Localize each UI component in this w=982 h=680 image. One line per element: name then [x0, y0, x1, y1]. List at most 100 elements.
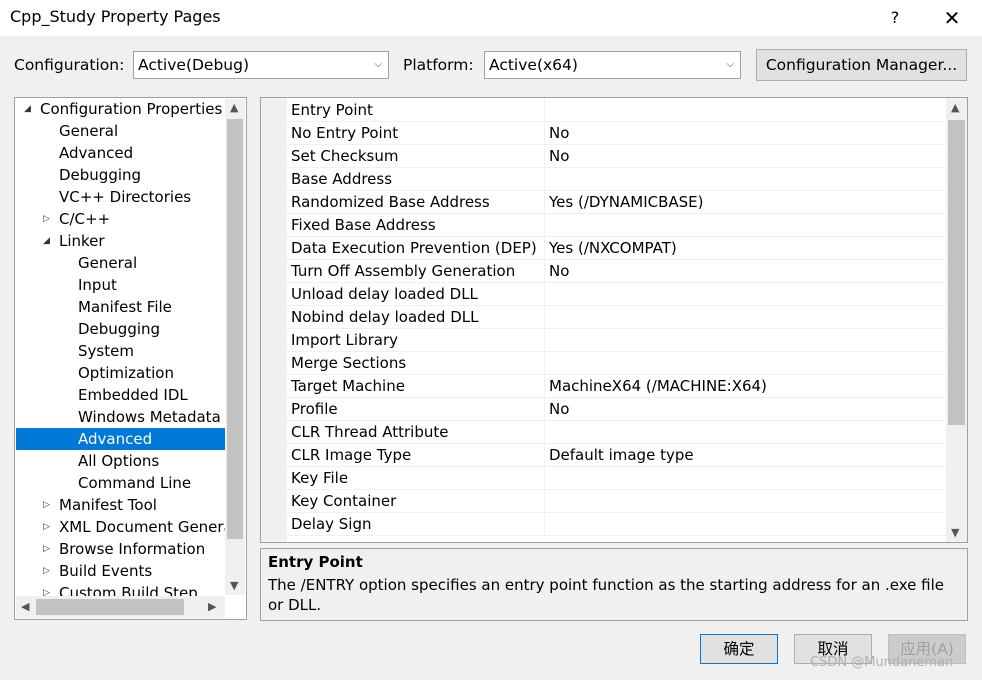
property-row[interactable]: Fixed Base Address	[287, 214, 945, 237]
property-name: Unload delay loaded DLL	[291, 283, 545, 305]
property-row[interactable]: Randomized Base Address Yes (/DYNAMICBASE…	[287, 191, 945, 214]
property-name: Nobind delay loaded DLL	[291, 306, 545, 328]
tree-item-label: Linker	[59, 232, 105, 250]
property-row[interactable]: Set Checksum No	[287, 145, 945, 168]
tree-item[interactable]: All Options	[16, 450, 225, 472]
tree-item[interactable]: ◢ Linker	[16, 230, 225, 252]
property-name: Key File	[291, 467, 545, 489]
property-row[interactable]: Key File	[287, 467, 945, 490]
property-row[interactable]: Import Library	[287, 329, 945, 352]
scroll-thumb[interactable]	[36, 599, 184, 615]
scroll-left-icon[interactable]: ◀	[21, 600, 29, 613]
tree-item[interactable]: Windows Metadata	[16, 406, 225, 428]
property-value[interactable]: Yes (/DYNAMICBASE)	[549, 191, 704, 213]
tree-item[interactable]: System	[16, 340, 225, 362]
configuration-value: Active(Debug)	[138, 56, 250, 74]
property-row[interactable]: Base Address	[287, 168, 945, 191]
property-row[interactable]: Entry Point	[287, 99, 945, 122]
property-row[interactable]: Turn Off Assembly Generation No	[287, 260, 945, 283]
tree-item[interactable]: Embedded IDL	[16, 384, 225, 406]
tree-item-label: General	[59, 122, 119, 140]
collapse-icon[interactable]: ◢	[43, 230, 50, 252]
property-value[interactable]: No	[549, 122, 569, 144]
tree-item[interactable]: VC++ Directories	[16, 186, 225, 208]
expand-icon[interactable]: ▷	[43, 560, 50, 582]
property-name: CLR Thread Attribute	[291, 421, 545, 443]
configuration-dropdown[interactable]: Active(Debug) ⌵	[133, 51, 389, 79]
tree-item[interactable]: General	[16, 252, 225, 274]
expand-icon[interactable]: ▷	[43, 538, 50, 560]
description-panel: Entry Point The /ENTRY option specifies …	[260, 548, 968, 621]
property-value[interactable]: Default image type	[549, 444, 694, 466]
expand-icon[interactable]: ▷	[43, 208, 50, 230]
tree-item-label: General	[78, 254, 138, 272]
tree-item[interactable]: General	[16, 120, 225, 142]
tree-item[interactable]: Advanced	[16, 142, 225, 164]
window-title: Cpp_Study Property Pages	[10, 7, 221, 26]
property-row[interactable]: Unload delay loaded DLL	[287, 283, 945, 306]
property-value[interactable]: No	[549, 398, 569, 420]
scroll-thumb[interactable]	[948, 120, 965, 425]
expand-icon[interactable]: ▷	[43, 494, 50, 516]
property-row[interactable]: CLR Thread Attribute	[287, 421, 945, 444]
tree-item-label: Windows Metadata	[78, 408, 221, 426]
property-value[interactable]: No	[549, 260, 569, 282]
tree-item-label: Manifest File	[78, 298, 172, 316]
help-button[interactable]: ?	[875, 4, 915, 32]
tree-item[interactable]: Manifest File	[16, 296, 225, 318]
property-row[interactable]: Target Machine MachineX64 (/MACHINE:X64)	[287, 375, 945, 398]
scroll-up-icon[interactable]: ▲	[951, 101, 959, 114]
collapse-icon[interactable]: ◢	[24, 98, 31, 120]
tree-item-label: Configuration Properties	[40, 100, 223, 118]
ok-button[interactable]: 确定	[700, 634, 778, 664]
property-row[interactable]: Data Execution Prevention (DEP) Yes (/NXC…	[287, 237, 945, 260]
scroll-thumb[interactable]	[227, 119, 243, 539]
expand-icon[interactable]: ▷	[43, 516, 50, 538]
tree-item-label: All Options	[78, 452, 160, 470]
property-row[interactable]: Profile No	[287, 398, 945, 421]
tree-item[interactable]: ▷ XML Document Generator	[16, 516, 225, 538]
scroll-down-icon[interactable]: ▼	[230, 579, 238, 592]
property-row[interactable]: Delay Sign	[287, 513, 945, 536]
platform-dropdown[interactable]: Active(x64) ⌵	[484, 51, 741, 79]
property-name: Target Machine	[291, 375, 545, 397]
property-name: Merge Sections	[291, 352, 545, 374]
property-row[interactable]: Key Container	[287, 490, 945, 513]
property-name: Import Library	[291, 329, 545, 351]
property-row[interactable]: Nobind delay loaded DLL	[287, 306, 945, 329]
tree-item[interactable]: Optimization	[16, 362, 225, 384]
scroll-up-icon[interactable]: ▲	[230, 101, 238, 114]
tree-item[interactable]: ◢ Configuration Properties	[16, 98, 225, 120]
configuration-manager-button[interactable]: Configuration Manager...	[756, 49, 967, 81]
property-row[interactable]: No Entry Point No	[287, 122, 945, 145]
tree-item-label: C/C++	[59, 210, 111, 228]
tree-item[interactable]: ▷ Browse Information	[16, 538, 225, 560]
grid-vertical-scrollbar[interactable]: ▲ ▼	[946, 98, 967, 542]
property-value[interactable]: No	[549, 145, 569, 167]
tree-vertical-scrollbar[interactable]: ▲ ▼	[225, 99, 245, 595]
scroll-down-icon[interactable]: ▼	[951, 526, 959, 539]
tree-item-label: Advanced	[78, 430, 153, 448]
category-tree[interactable]: ◢ Configuration Properties General Advanced…	[14, 97, 247, 620]
property-name: Entry Point	[291, 99, 545, 121]
tree-item[interactable]: ▷ Manifest Tool	[16, 494, 225, 516]
tree-item-label: VC++ Directories	[59, 188, 192, 206]
tree-item[interactable]: Advanced	[16, 428, 225, 450]
tree-item[interactable]: Debugging	[16, 318, 225, 340]
close-button[interactable]: ✕	[932, 4, 972, 32]
tree-item-label: Build Events	[59, 562, 153, 580]
tree-item[interactable]: Input	[16, 274, 225, 296]
tree-horizontal-scrollbar[interactable]: ◀ ▶	[16, 596, 225, 618]
property-grid[interactable]: Entry Point No Entry Point No Set Checksum N…	[260, 97, 968, 543]
configuration-label: Configuration:	[14, 56, 125, 74]
tree-item-label: Debugging	[59, 166, 142, 184]
property-row[interactable]: CLR Image Type Default image type	[287, 444, 945, 467]
tree-item[interactable]: ▷ Build Events	[16, 560, 225, 582]
property-value[interactable]: Yes (/NXCOMPAT)	[549, 237, 677, 259]
property-value[interactable]: MachineX64 (/MACHINE:X64)	[549, 375, 767, 397]
tree-item[interactable]: ▷ C/C++	[16, 208, 225, 230]
tree-item[interactable]: Command Line	[16, 472, 225, 494]
property-row[interactable]: Merge Sections	[287, 352, 945, 375]
scroll-right-icon[interactable]: ▶	[208, 600, 216, 613]
tree-item[interactable]: Debugging	[16, 164, 225, 186]
